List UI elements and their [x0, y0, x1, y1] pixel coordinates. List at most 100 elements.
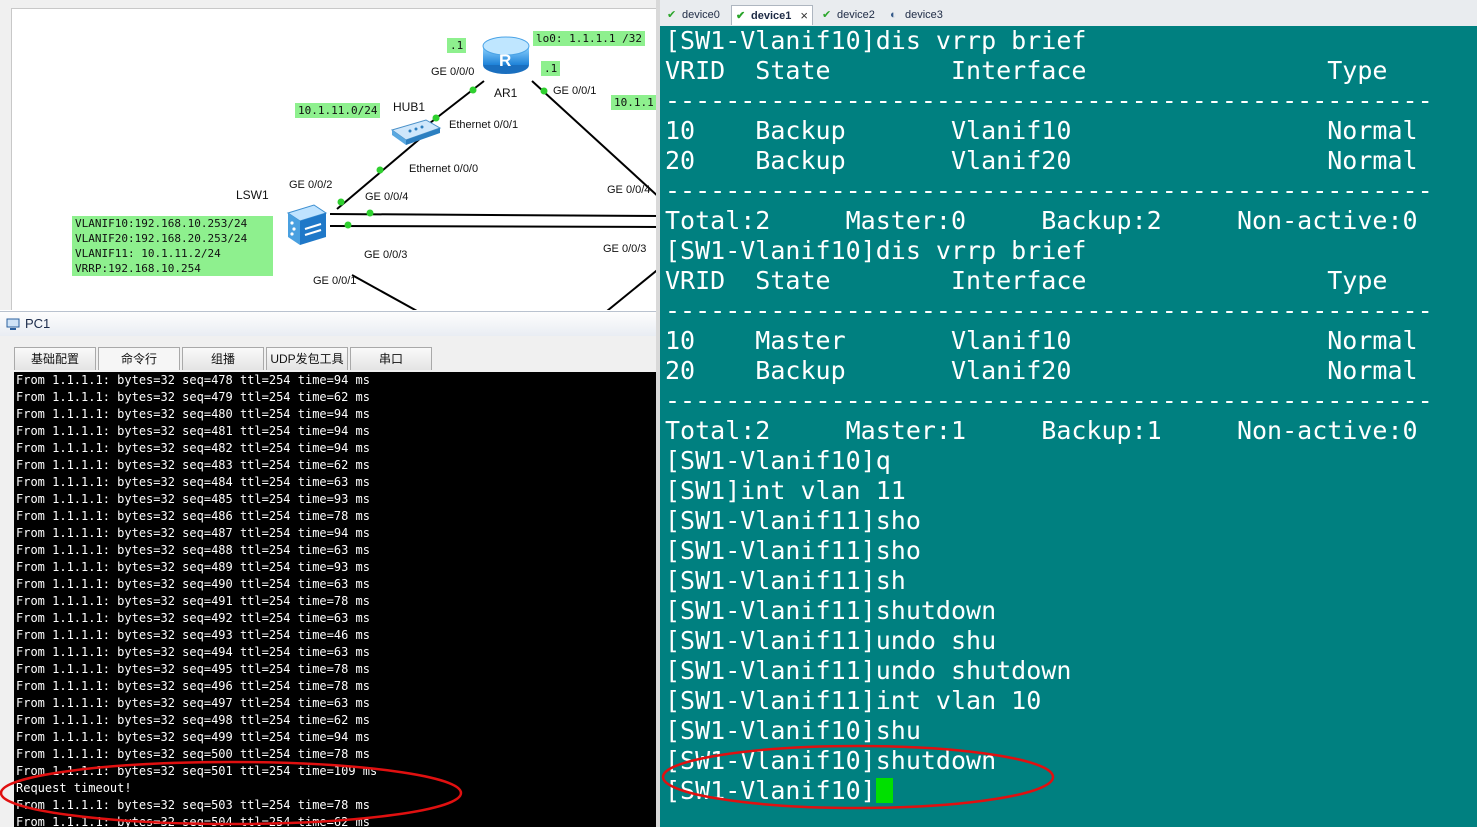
- port-label: GE 0/0/4: [607, 184, 651, 196]
- note-switch-config[interactable]: VLANIF10:192.168.10.253/24 VLANIF20:192.…: [72, 216, 273, 276]
- pc1-console[interactable]: From 1.1.1.1: bytes=32 seq=478 ttl=254 t…: [14, 372, 660, 827]
- power-icon: ◐: [890, 9, 897, 21]
- link-lsw1-right-1: [329, 213, 660, 217]
- link-lsw1-right-2: [329, 225, 660, 228]
- console-line: From 1.1.1.1: bytes=32 seq=499 ttl=254 t…: [16, 730, 371, 744]
- terminal-line: [SW1-Vlanif11]sh: [665, 566, 906, 595]
- terminal-line: ----------------------------------------…: [665, 296, 1433, 325]
- port-dot: [337, 198, 345, 206]
- console-line: From 1.1.1.1: bytes=32 seq=504 ttl=254 t…: [16, 815, 371, 827]
- terminal-line: [SW1-Vlanif11]undo shutdown: [665, 656, 1072, 685]
- console-line: From 1.1.1.1: bytes=32 seq=488 ttl=254 t…: [16, 543, 371, 557]
- note-dot1-left[interactable]: .1: [447, 38, 467, 53]
- terminal-line: ----------------------------------------…: [665, 386, 1433, 415]
- console-line: From 1.1.1.1: bytes=32 seq=493 ttl=254 t…: [16, 628, 371, 642]
- port-label: GE 0/0/3: [364, 249, 408, 261]
- tab-multicast[interactable]: 组播: [182, 347, 264, 370]
- terminal-line: Total:2 Master:1 Backup:1 Non-active:0: [665, 416, 1418, 445]
- terminal-prompt-line: [SW1-Vlanif10]: [660, 776, 1477, 806]
- check-icon: ✔: [667, 9, 677, 21]
- note-line: VLANIF11: 10.1.11.2/24: [75, 247, 221, 260]
- console-line: From 1.1.1.1: bytes=32 seq=501 ttl=254 t…: [16, 764, 378, 778]
- note-line: VLANIF10:192.168.10.253/24: [75, 217, 248, 230]
- console-line: From 1.1.1.1: bytes=32 seq=498 ttl=254 t…: [16, 713, 371, 727]
- svg-text:R: R: [499, 51, 511, 70]
- tab-serial[interactable]: 串口: [350, 347, 432, 370]
- port-label: GE 0/0/2: [289, 179, 333, 191]
- console-line: From 1.1.1.1: bytes=32 seq=478 ttl=254 t…: [16, 373, 371, 387]
- terminal-line: [SW1-Vlanif11]sho: [665, 506, 921, 535]
- port-label: GE 0/0/3: [603, 243, 647, 255]
- console-line: From 1.1.1.1: bytes=32 seq=491 ttl=254 t…: [16, 594, 371, 608]
- device-tab-bar: ✔ device0 ✔ device1 × ✔ device2 ◐ device…: [660, 0, 1477, 27]
- terminal-line: ----------------------------------------…: [665, 176, 1433, 205]
- terminal-cursor: [875, 778, 893, 803]
- console-line: From 1.1.1.1: bytes=32 seq=489 ttl=254 t…: [16, 560, 371, 574]
- switch-icon[interactable]: [284, 203, 330, 247]
- note-line: VRRP:192.168.10.254: [75, 262, 201, 275]
- console-line: From 1.1.1.1: bytes=32 seq=479 ttl=254 t…: [16, 390, 371, 404]
- note-subnet-right[interactable]: 10.1.1: [611, 95, 657, 110]
- port-label: Ethernet 0/0/0: [409, 163, 479, 175]
- port-label: GE 0/0/1: [313, 275, 357, 287]
- console-line: From 1.1.1.1: bytes=32 seq=485 ttl=254 t…: [16, 492, 371, 506]
- link-right-down: [606, 266, 660, 310]
- terminal-line: [SW1-Vlanif11]int vlan 10: [665, 686, 1042, 715]
- terminal-line: [SW1-Vlanif10]shu: [665, 716, 921, 745]
- tab-label: device2: [837, 9, 875, 21]
- tab-device2[interactable]: ✔ device2: [818, 5, 884, 25]
- router-label: AR1: [494, 86, 518, 100]
- console-line: From 1.1.1.1: bytes=32 seq=500 ttl=254 t…: [16, 747, 371, 761]
- tab-label: device3: [905, 9, 943, 21]
- note-loopback[interactable]: lo0: 1.1.1.1 /32: [533, 31, 645, 46]
- console-line: From 1.1.1.1: bytes=32 seq=481 ttl=254 t…: [16, 424, 371, 438]
- terminal-line: 10 Master Vlanif10 Normal: [665, 326, 1418, 355]
- console-line: From 1.1.1.1: bytes=32 seq=483 ttl=254 t…: [16, 458, 371, 472]
- router-icon[interactable]: R: [482, 34, 530, 76]
- port-label: GE 0/0/1: [553, 85, 597, 97]
- terminal-line: 10 Backup Vlanif10 Normal: [665, 116, 1418, 145]
- terminal-line: 20 Backup Vlanif20 Normal: [665, 356, 1418, 385]
- port-dot: [344, 221, 352, 229]
- port-dot: [469, 86, 477, 94]
- console-line: From 1.1.1.1: bytes=32 seq=496 ttl=254 t…: [16, 679, 371, 693]
- port-label: GE 0/0/4: [365, 191, 409, 203]
- terminal-line: [SW1-Vlanif10]q: [665, 446, 891, 475]
- console-line: From 1.1.1.1: bytes=32 seq=482 ttl=254 t…: [16, 441, 371, 455]
- note-dot1-right[interactable]: .1: [541, 61, 561, 76]
- port-dot: [366, 209, 374, 217]
- console-line: From 1.1.1.1: bytes=32 seq=480 ttl=254 t…: [16, 407, 371, 421]
- tab-command-line[interactable]: 命令行: [98, 347, 180, 370]
- terminal-prompt: [SW1-Vlanif10]: [665, 776, 876, 805]
- console-line: From 1.1.1.1: bytes=32 seq=497 ttl=254 t…: [16, 696, 371, 710]
- link-lsw1-down: [351, 274, 418, 310]
- tab-label: device1: [751, 10, 792, 22]
- device-terminal[interactable]: [SW1-Vlanif10]dis vrrp brief VRID State I…: [660, 26, 1477, 827]
- tab-device0[interactable]: ✔ device0: [663, 5, 729, 25]
- console-line: From 1.1.1.1: bytes=32 seq=503 ttl=254 t…: [16, 798, 371, 812]
- hub-icon[interactable]: [390, 118, 442, 146]
- close-icon[interactable]: ×: [800, 6, 808, 26]
- pc1-window-titlebar[interactable]: PC1: [0, 311, 660, 337]
- pc1-window-body: 基础配置 命令行 组播 UDP发包工具 串口 From 1.1.1.1: byt…: [0, 336, 660, 827]
- terminal-line: [SW1-Vlanif10]dis vrrp brief: [665, 236, 1087, 265]
- tab-udp-tool[interactable]: UDP发包工具: [266, 347, 348, 370]
- port-dot: [540, 87, 548, 95]
- check-icon: ✔: [822, 9, 832, 21]
- tab-device3[interactable]: ◐ device3: [886, 5, 952, 25]
- console-line: From 1.1.1.1: bytes=32 seq=490 ttl=254 t…: [16, 577, 371, 591]
- console-line: Request timeout!: [16, 781, 132, 795]
- terminal-line: [SW1-Vlanif11]shutdown: [665, 596, 997, 625]
- pc1-window-title: PC1: [25, 316, 51, 331]
- console-line: From 1.1.1.1: bytes=32 seq=495 ttl=254 t…: [16, 662, 371, 676]
- port-dot: [376, 166, 384, 174]
- terminal-line: [SW1-Vlanif10]shutdown: [665, 746, 997, 775]
- terminal-line: [SW1-Vlanif11]sho: [665, 536, 921, 565]
- tab-device1[interactable]: ✔ device1 ×: [731, 5, 813, 25]
- note-line: VLANIF20:192.168.20.253/24: [75, 232, 248, 245]
- tab-basic-config[interactable]: 基础配置: [14, 347, 96, 370]
- note-subnet-10-1-11[interactable]: 10.1.11.0/24: [295, 103, 381, 118]
- switch-label: LSW1: [236, 188, 269, 202]
- port-label: GE 0/0/0: [431, 66, 475, 78]
- terminal-line: [SW1]int vlan 11: [665, 476, 906, 505]
